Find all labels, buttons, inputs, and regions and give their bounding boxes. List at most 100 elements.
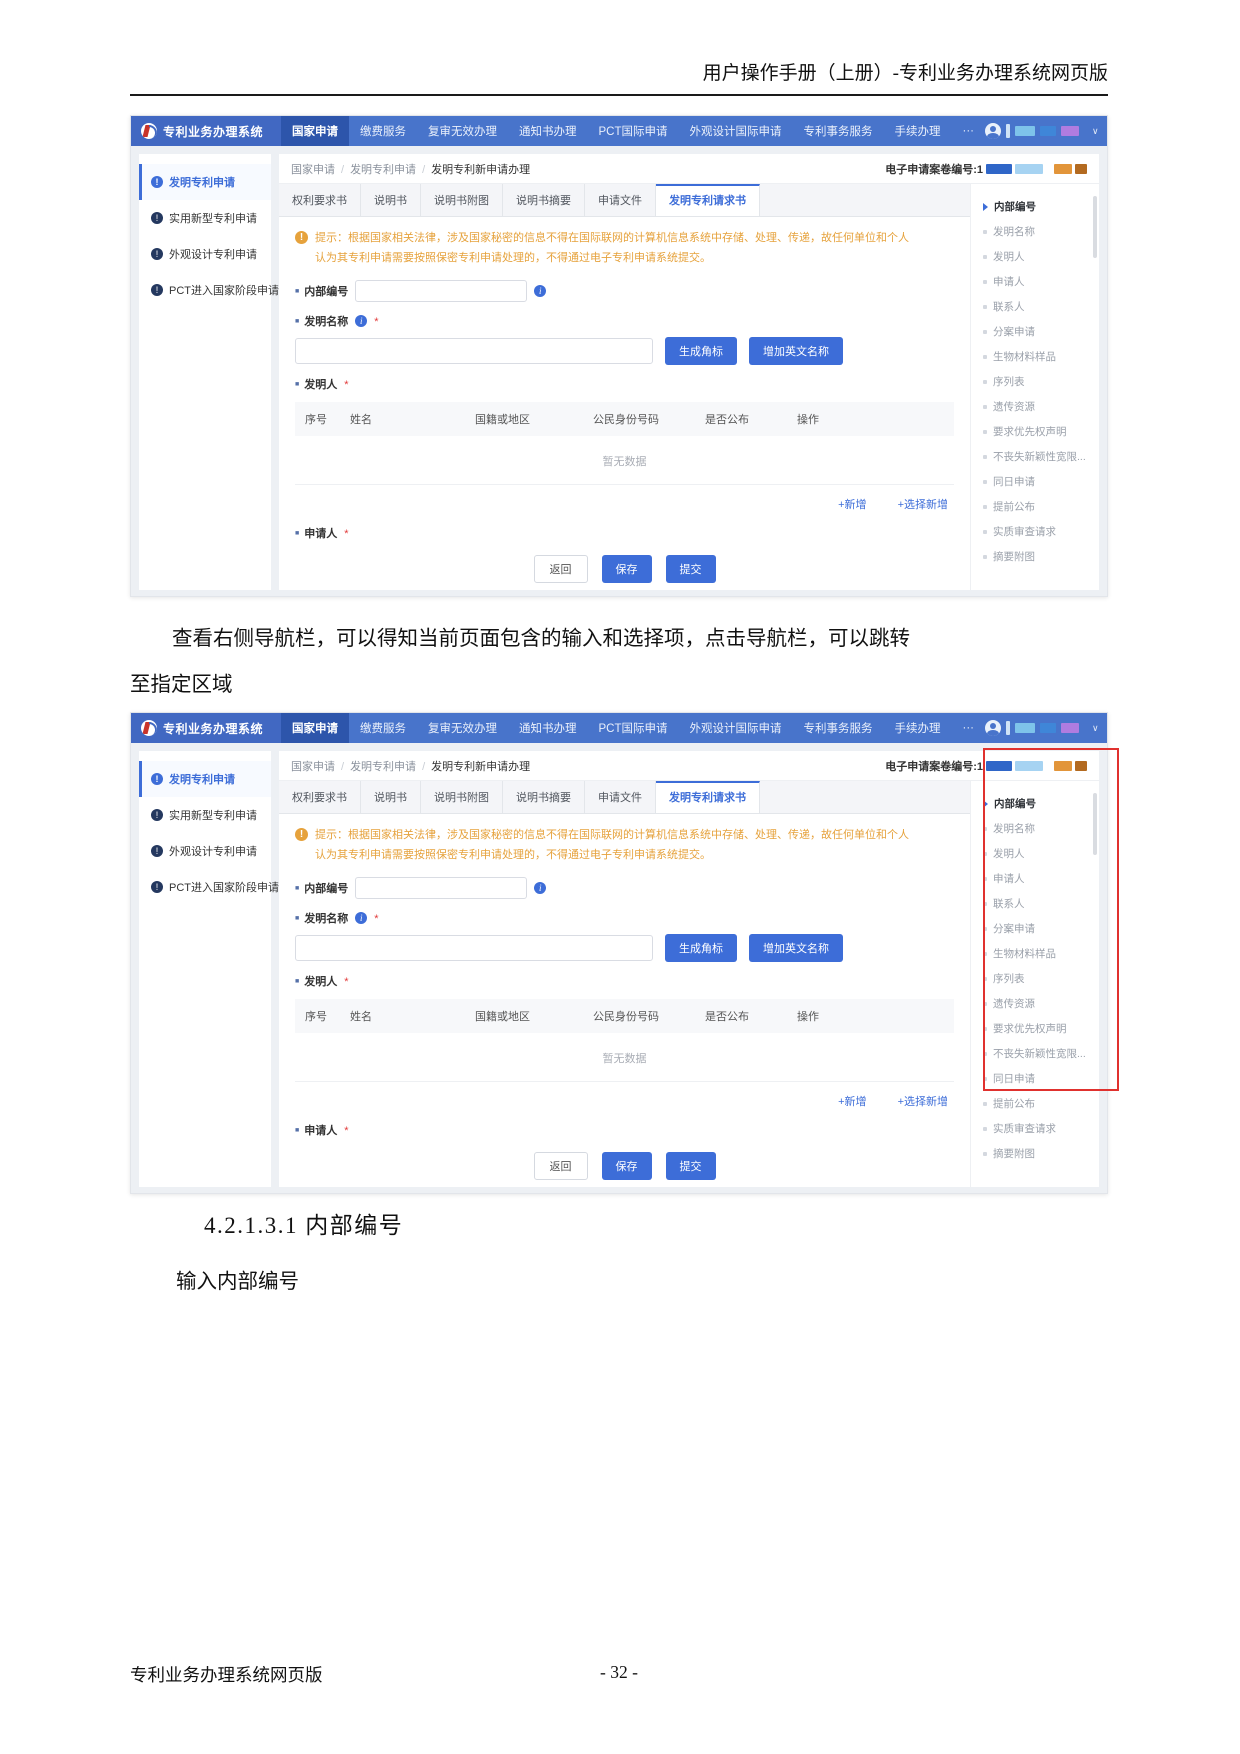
tab[interactable]: 权利要求书 <box>279 781 361 813</box>
anchor-item[interactable]: 申请人 <box>983 269 1093 294</box>
table-column-header: 姓名 <box>350 1008 475 1024</box>
top-nav-item[interactable]: PCT国际申请 <box>588 713 679 743</box>
internal-no-input[interactable] <box>355 877 527 899</box>
sidebar-item[interactable]: 发明专利申请 <box>139 164 271 200</box>
anchor-item[interactable]: 生物材料样品 <box>983 344 1093 369</box>
breadcrumb-row: 国家申请发明专利申请发明专利新申请办理 电子申请案卷编号:1 <box>279 751 1099 781</box>
top-nav-item[interactable]: 通知书办理 <box>508 713 588 743</box>
tab[interactable]: 说明书附图 <box>421 184 503 216</box>
efiling-file-number: 电子申请案卷编号:1 <box>885 161 1087 177</box>
anchor-item[interactable]: 发明人 <box>983 244 1093 269</box>
invention-name-input[interactable] <box>295 935 653 961</box>
table-column-header: 国籍或地区 <box>475 1008 593 1024</box>
tab[interactable]: 发明专利请求书 <box>656 781 760 813</box>
sidebar-item[interactable]: 实用新型专利申请 <box>139 200 271 236</box>
anchor-item[interactable]: 摘要附图 <box>983 1141 1093 1166</box>
breadcrumb-item[interactable]: 国家申请 <box>291 761 335 773</box>
tab[interactable]: 说明书 <box>361 184 421 216</box>
tab[interactable]: 说明书附图 <box>421 781 503 813</box>
user-menu[interactable] <box>985 116 1111 146</box>
top-nav-item[interactable]: 复审无效办理 <box>417 713 508 743</box>
save-button[interactable]: 保存 <box>602 555 652 583</box>
generate-superscript-button[interactable]: 生成角标 <box>665 337 737 365</box>
top-nav-item[interactable]: 外观设计国际申请 <box>679 116 793 146</box>
add-inventor-link[interactable]: +新增 <box>838 499 866 511</box>
anchor-item[interactable]: 实质审查请求 <box>983 1116 1093 1141</box>
form-content: 权利要求书说明书说明书附图说明书摘要申请文件发明专利请求书 提示：根据国家相关法… <box>279 184 971 590</box>
info-icon[interactable] <box>355 315 367 327</box>
breadcrumb-item[interactable]: 发明专利新申请办理 <box>416 761 530 773</box>
sidebar-item[interactable]: 外观设计专利申请 <box>139 236 271 272</box>
tab[interactable]: 说明书 <box>361 781 421 813</box>
main-panel: 国家申请发明专利申请发明专利新申请办理 电子申请案卷编号:1 权利要求书说明书说… <box>279 154 1099 590</box>
breadcrumb-item[interactable]: 发明专利申请 <box>335 164 416 176</box>
select-add-inventor-link[interactable]: +选择新增 <box>898 499 948 511</box>
anchor-item[interactable]: 同日申请 <box>983 469 1093 494</box>
tab[interactable]: 说明书摘要 <box>503 781 585 813</box>
add-english-name-button[interactable]: 增加英文名称 <box>749 337 843 365</box>
top-nav-item[interactable]: 专利事务服务 <box>793 116 884 146</box>
info-icon[interactable] <box>534 285 546 297</box>
tab[interactable]: 申请文件 <box>585 781 656 813</box>
top-nav-item[interactable]: 手续办理 <box>884 713 952 743</box>
breadcrumb-item[interactable]: 发明专利新申请办理 <box>416 164 530 176</box>
anchor-item[interactable]: 联系人 <box>983 294 1093 319</box>
top-nav-item[interactable]: 国家申请 <box>281 713 349 743</box>
top-nav-item[interactable]: 专利事务服务 <box>793 713 884 743</box>
sidebar-item[interactable]: 外观设计专利申请 <box>139 833 271 869</box>
internal-no-input[interactable] <box>355 280 527 302</box>
top-nav-item[interactable]: 外观设计国际申请 <box>679 713 793 743</box>
anchor-item[interactable]: 摘要附图 <box>983 544 1093 569</box>
submit-button[interactable]: 提交 <box>666 555 716 583</box>
required-asterisk <box>374 911 378 925</box>
sidebar-item[interactable]: PCT进入国家阶段申请 <box>139 869 271 905</box>
select-add-inventor-link[interactable]: +选择新增 <box>898 1096 948 1108</box>
sidebar-item[interactable]: 实用新型专利申请 <box>139 797 271 833</box>
info-icon[interactable] <box>355 912 367 924</box>
top-nav-item[interactable]: ··· <box>952 116 986 146</box>
top-nav-item[interactable]: 缴费服务 <box>349 713 417 743</box>
app-logo: 专利业务办理系统 <box>131 713 281 743</box>
breadcrumb-item[interactable]: 发明专利申请 <box>335 761 416 773</box>
tab[interactable]: 申请文件 <box>585 184 656 216</box>
top-nav-item[interactable]: 国家申请 <box>281 116 349 146</box>
user-menu[interactable] <box>985 713 1111 743</box>
anchor-item[interactable]: 序列表 <box>983 369 1093 394</box>
tab[interactable]: 权利要求书 <box>279 184 361 216</box>
breadcrumb-item[interactable]: 国家申请 <box>291 164 335 176</box>
anchor-item[interactable]: 不丧失新颖性宽限... <box>983 444 1093 469</box>
back-button[interactable]: 返回 <box>534 555 588 583</box>
anchor-item[interactable]: 要求优先权声明 <box>983 419 1093 444</box>
redacted-username-block <box>1040 126 1056 136</box>
anchor-item[interactable]: 实质审查请求 <box>983 519 1093 544</box>
tab[interactable]: 发明专利请求书 <box>656 184 760 216</box>
add-inventor-link[interactable]: +新增 <box>838 1096 866 1108</box>
top-nav-item[interactable]: ··· <box>952 713 986 743</box>
top-nav-item[interactable]: PCT国际申请 <box>588 116 679 146</box>
back-button[interactable]: 返回 <box>534 1152 588 1180</box>
anchor-item[interactable]: 分案申请 <box>983 319 1093 344</box>
add-english-name-button[interactable]: 增加英文名称 <box>749 934 843 962</box>
sidebar-item[interactable]: 发明专利申请 <box>139 761 271 797</box>
anchor-item[interactable]: 提前公布 <box>983 494 1093 519</box>
anchor-item[interactable]: 发明名称 <box>983 219 1093 244</box>
top-nav-item[interactable]: 缴费服务 <box>349 116 417 146</box>
tab[interactable]: 说明书摘要 <box>503 184 585 216</box>
inventor-table-header: 序号姓名国籍或地区公民身份号码是否公布操作 <box>295 402 954 436</box>
save-button[interactable]: 保存 <box>602 1152 652 1180</box>
table-column-header: 公民身份号码 <box>593 411 705 427</box>
invention-name-input[interactable] <box>295 338 653 364</box>
top-nav-item[interactable]: 通知书办理 <box>508 116 588 146</box>
info-icon[interactable] <box>534 882 546 894</box>
top-nav-item[interactable]: 复审无效办理 <box>417 116 508 146</box>
anchor-item[interactable]: 提前公布 <box>983 1091 1093 1116</box>
empty-state: 暂无数据 <box>295 436 954 485</box>
scrollbar[interactable] <box>1093 196 1097 258</box>
right-anchor-nav: 内部编号发明名称发明人申请人联系人分案申请生物材料样品序列表遗传资源要求优先权声… <box>971 184 1099 590</box>
sidebar-item[interactable]: PCT进入国家阶段申请 <box>139 272 271 308</box>
top-nav-item[interactable]: 手续办理 <box>884 116 952 146</box>
anchor-item[interactable]: 遗传资源 <box>983 394 1093 419</box>
submit-button[interactable]: 提交 <box>666 1152 716 1180</box>
anchor-item[interactable]: 内部编号 <box>983 194 1093 219</box>
generate-superscript-button[interactable]: 生成角标 <box>665 934 737 962</box>
